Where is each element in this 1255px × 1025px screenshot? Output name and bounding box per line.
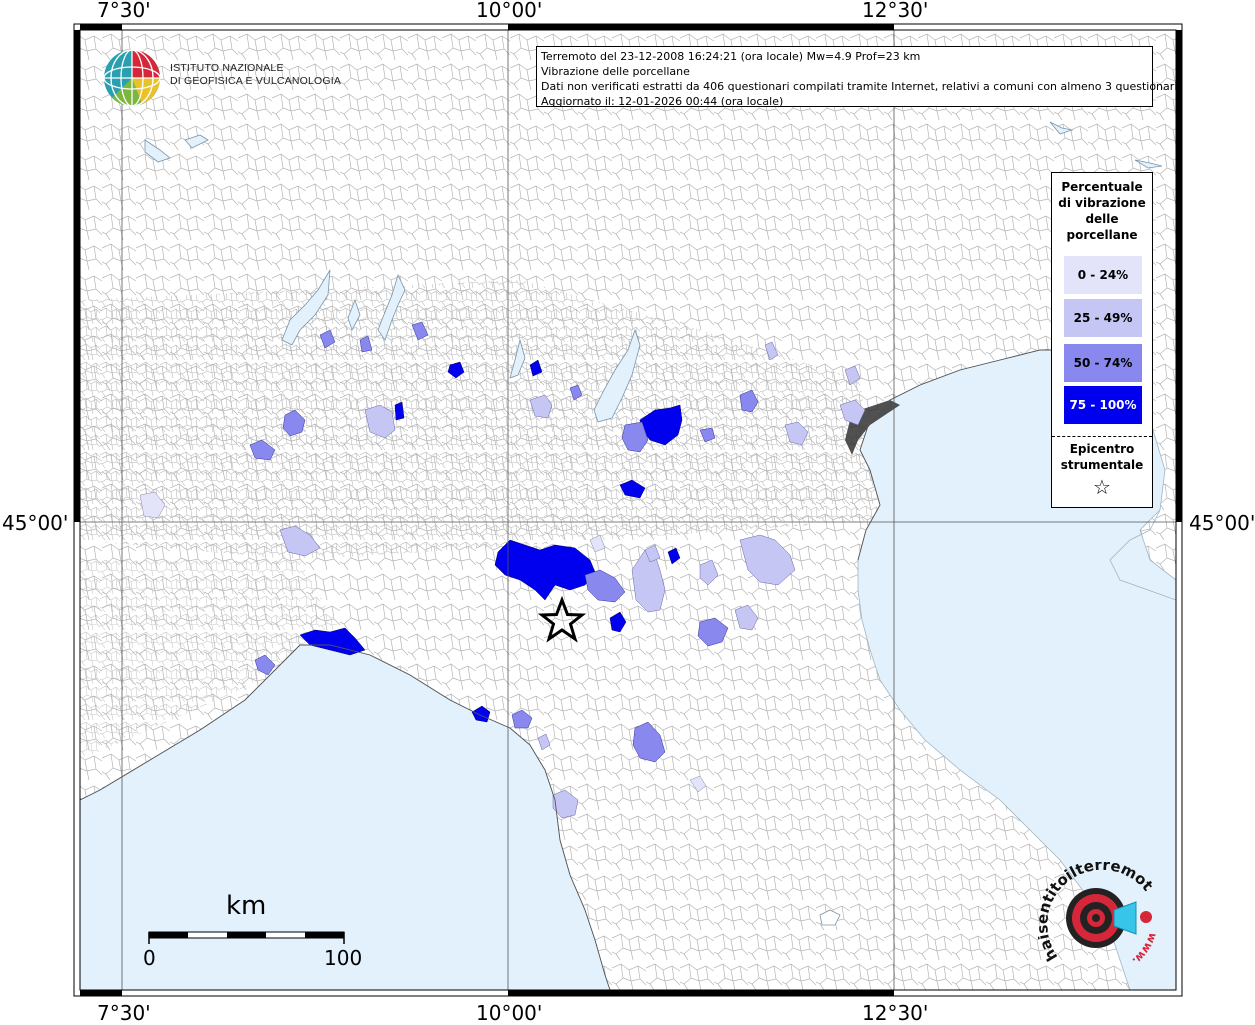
star-icon: ☆	[1093, 475, 1111, 499]
longitude-label-top-10-00: 10°00'	[476, 0, 543, 22]
scale-max: 100	[324, 946, 363, 970]
legend-title-line-4: porcellane	[1066, 228, 1138, 242]
latitude-label-left: 45°00'	[2, 511, 69, 535]
legend-title-line-1: Percentuale	[1061, 180, 1143, 194]
svg-text:www.: www.	[1130, 931, 1160, 968]
legend-epicenter-title: Epicentro strumentale	[1052, 441, 1152, 473]
legend-separator	[1052, 436, 1152, 437]
legend-epicenter-line-1: Epicentro	[1069, 442, 1135, 456]
event-info-box: Terremoto del 23-12-2008 16:24:21 (ora l…	[536, 46, 1181, 108]
speaker-target-icon	[1066, 888, 1152, 948]
legend-title-line-3: delle	[1085, 212, 1119, 226]
latitude-label-right: 45°00'	[1189, 511, 1255, 535]
haisentito-badge: haisentitoilterremoto.it www.	[1038, 862, 1160, 968]
legend-class-50-74: 50 - 74%	[1064, 344, 1142, 382]
longitude-label-top-12-30: 12°30'	[862, 0, 929, 22]
legend-epicenter-line-2: strumentale	[1060, 458, 1144, 472]
scale-min: 0	[143, 946, 156, 970]
legend-title-line-2: di vibrazione	[1058, 196, 1146, 210]
parameter-name: Vibrazione delle porcellane	[541, 65, 690, 78]
update-time: Aggiornato il: 12-01-2026 00:44 (ora loc…	[541, 95, 784, 108]
longitude-label-bottom-12-30: 12°30'	[862, 1001, 929, 1025]
legend-class-0-24: 0 - 24%	[1064, 256, 1142, 294]
longitude-label-top-7-30: 7°30'	[97, 0, 151, 22]
globe-icon	[103, 49, 161, 107]
legend-class-75-100: 75 - 100%	[1064, 386, 1142, 424]
longitude-label-bottom-7-30: 7°30'	[97, 1001, 151, 1025]
legend: Percentuale di vibrazione delle porcella…	[1051, 172, 1153, 508]
data-disclaimer: Dati non verificati estratti da 406 ques…	[541, 80, 1181, 93]
legend-class-25-49: 25 - 49%	[1064, 299, 1142, 337]
ingv-logo: ISTITUTO NAZIONALE DI GEOFISICA E VULCAN…	[102, 48, 341, 110]
badge-url: www.	[1130, 931, 1160, 968]
legend-title: Percentuale di vibrazione delle porcella…	[1052, 179, 1152, 243]
scale-unit: km	[226, 891, 267, 921]
event-title: Terremoto del 23-12-2008 16:24:21 (ora l…	[541, 50, 921, 63]
longitude-label-bottom-10-00: 10°00'	[476, 1001, 543, 1025]
ingv-line2: DI GEOFISICA E VULCANOLOGIA	[170, 75, 342, 87]
ingv-line1: ISTITUTO NAZIONALE	[170, 62, 284, 74]
